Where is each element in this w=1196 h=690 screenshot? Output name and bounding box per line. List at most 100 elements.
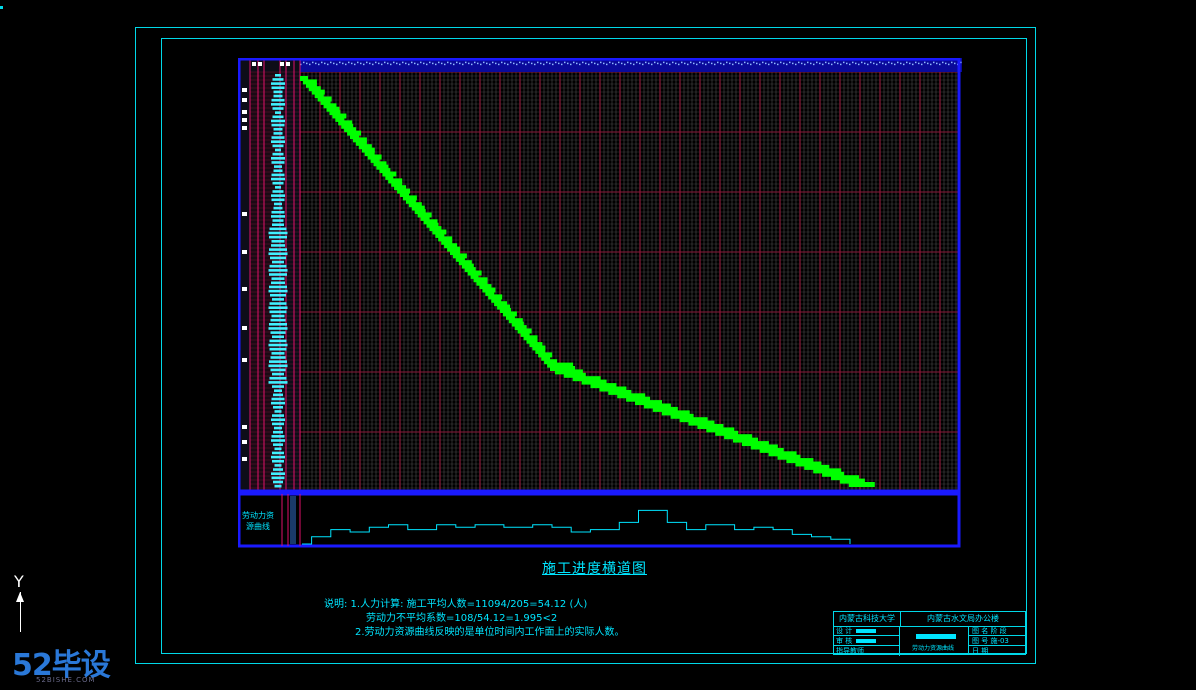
header-tick bbox=[477, 62, 479, 65]
header-tick bbox=[321, 61, 323, 64]
header-tick bbox=[303, 61, 305, 64]
header-tick bbox=[951, 61, 953, 64]
header-tick bbox=[312, 61, 314, 64]
row-marker bbox=[242, 126, 247, 130]
task-label-stub bbox=[271, 277, 285, 280]
header-tick bbox=[489, 63, 491, 66]
task-label-stub bbox=[275, 74, 281, 77]
row-marker bbox=[242, 110, 247, 114]
header-tick bbox=[360, 62, 362, 65]
header-tick bbox=[873, 62, 875, 65]
header-tick bbox=[597, 63, 599, 66]
header-tick bbox=[435, 63, 437, 66]
header-tick bbox=[606, 63, 608, 66]
header-tick bbox=[687, 63, 689, 66]
header-tick bbox=[603, 62, 605, 65]
header-tick bbox=[429, 61, 431, 64]
header-tick bbox=[882, 62, 884, 65]
task-label-stub bbox=[271, 352, 285, 355]
header-tick bbox=[543, 63, 545, 66]
header-tick bbox=[378, 62, 380, 65]
task-label-stub bbox=[269, 302, 287, 305]
header-tick bbox=[636, 61, 638, 64]
task-label-stub bbox=[273, 206, 283, 210]
task-label-stub bbox=[272, 107, 284, 110]
row-marker bbox=[242, 358, 247, 362]
header-tick bbox=[840, 63, 842, 66]
header-tick bbox=[411, 61, 413, 64]
task-label-stub bbox=[271, 157, 285, 160]
header-tick bbox=[474, 61, 476, 64]
resource-label-line2: 源曲线 bbox=[246, 521, 270, 531]
task-label-stub bbox=[273, 132, 283, 135]
task-label-stub bbox=[272, 385, 284, 388]
header-tick bbox=[372, 63, 374, 66]
task-label-stub bbox=[275, 148, 281, 152]
header-tick bbox=[750, 63, 752, 66]
corner-mark bbox=[0, 6, 3, 9]
header-tick bbox=[867, 63, 869, 66]
task-label-stub bbox=[270, 293, 286, 297]
header-tick bbox=[615, 63, 617, 66]
header-tick bbox=[723, 63, 725, 66]
header-tick bbox=[654, 61, 656, 64]
row-review: 审 核 bbox=[834, 636, 900, 646]
header-tick bbox=[810, 62, 812, 65]
header-tick bbox=[453, 63, 455, 66]
header-tick bbox=[393, 61, 395, 64]
task-label-stub bbox=[269, 347, 287, 351]
task-label-stub bbox=[271, 86, 285, 90]
header-tick bbox=[390, 63, 392, 66]
task-label-stub bbox=[274, 447, 282, 451]
task-label-stub bbox=[272, 335, 284, 339]
task-label-stub bbox=[272, 414, 284, 417]
header-tick bbox=[825, 61, 827, 64]
header-tick bbox=[762, 61, 764, 64]
header-tick bbox=[498, 63, 500, 66]
header-tick bbox=[834, 61, 836, 64]
task-label-stub bbox=[272, 298, 284, 301]
header-tick bbox=[741, 63, 743, 66]
resource-label-line1: 劳动力资 bbox=[242, 510, 274, 520]
header-tick bbox=[534, 63, 536, 66]
task-label-stub bbox=[271, 418, 285, 422]
header-tick bbox=[540, 62, 542, 65]
header-tick bbox=[342, 62, 344, 65]
header-tick bbox=[504, 62, 506, 65]
task-label-stub bbox=[271, 455, 285, 459]
header-tick bbox=[651, 63, 653, 66]
task-label-stub bbox=[271, 435, 285, 438]
header-tick bbox=[912, 63, 914, 66]
header-tick bbox=[930, 63, 932, 66]
header-tick bbox=[735, 61, 737, 64]
task-label-stub bbox=[272, 260, 284, 264]
task-label-stub bbox=[273, 393, 283, 397]
header-tick bbox=[399, 63, 401, 66]
header-tick bbox=[906, 61, 908, 64]
header-tick bbox=[726, 61, 728, 64]
task-label-stub bbox=[269, 323, 287, 326]
note-line-2: 劳动力不平均系数=108/54.12=1.995<2 bbox=[366, 613, 558, 624]
task-label-stub bbox=[272, 372, 284, 376]
header-tick bbox=[507, 63, 509, 66]
header-tick bbox=[438, 61, 440, 64]
header-tick bbox=[501, 61, 503, 64]
task-label-stub bbox=[274, 426, 282, 430]
task-label-stub bbox=[272, 181, 284, 185]
drawing-name: 劳动力资源曲线 bbox=[912, 645, 955, 652]
header-tick bbox=[942, 61, 944, 64]
header-tick bbox=[915, 61, 917, 64]
header-tick bbox=[594, 62, 596, 65]
header-tick bbox=[408, 63, 410, 66]
header-tick bbox=[705, 63, 707, 66]
task-label-stub bbox=[274, 410, 282, 413]
header-tick bbox=[318, 63, 320, 66]
header-tick bbox=[672, 61, 674, 64]
header-tick bbox=[417, 63, 419, 66]
header-tick bbox=[819, 62, 821, 65]
header-tick bbox=[891, 62, 893, 65]
header-tick bbox=[645, 61, 647, 64]
header-tick bbox=[696, 63, 698, 66]
header-tick bbox=[792, 62, 794, 65]
row-number: 图 号 施-03 bbox=[968, 636, 1026, 646]
